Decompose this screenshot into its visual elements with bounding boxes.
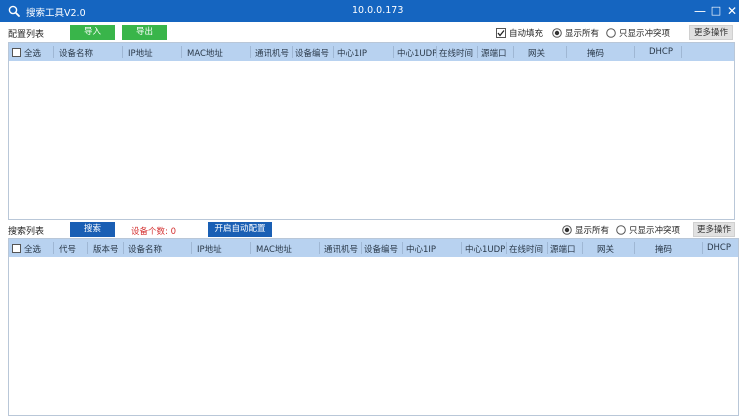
config-show-conflict-label: 只显示冲突项	[619, 29, 671, 39]
col-device-id[interactable]: 设备编号	[364, 243, 398, 255]
col-device-id[interactable]: 设备编号	[295, 47, 329, 59]
title-bar: 搜索工具V2.0 10.0.0.173 — □ ✕	[0, 0, 739, 22]
col-online-time[interactable]: 在线时间	[439, 47, 473, 59]
col-ip-address[interactable]: IP地址	[128, 47, 153, 59]
col-ip-address[interactable]: IP地址	[197, 243, 222, 255]
col-code[interactable]: 代号	[59, 243, 76, 255]
col-version[interactable]: 版本号	[93, 243, 119, 255]
config-more-actions-button[interactable]: 更多操作	[689, 25, 733, 40]
config-show-all-label: 显示所有	[565, 29, 600, 39]
device-count-label: 设备个数:	[131, 227, 168, 237]
config-show-conflict-radio[interactable]: 只显示冲突项	[606, 27, 670, 39]
import-button[interactable]: 导入	[70, 25, 115, 40]
search-icon	[8, 5, 20, 17]
col-netmask[interactable]: 掩码	[587, 47, 604, 59]
config-toolbar: 配置列表 导入 导出 自动填充 显示所有 只显示冲突项 更多操作	[0, 24, 739, 42]
select-all-label: 全选	[24, 49, 42, 59]
search-more-actions-button[interactable]: 更多操作	[693, 222, 735, 237]
col-source-port[interactable]: 源端口	[481, 47, 507, 59]
col-gateway[interactable]: 网关	[528, 47, 545, 59]
col-mac-address[interactable]: MAC地址	[256, 243, 292, 255]
device-count: 设备个数: 0	[131, 225, 176, 237]
search-grid-header: 全选 代号 版本号 设备名称 IP地址 MAC地址 通讯机号 设备编号 中心1I…	[9, 239, 738, 257]
config-grid[interactable]: 全选 设备名称 IP地址 MAC地址 通讯机号 设备编号 中心1IP 中心1UD…	[8, 42, 735, 220]
col-source-port[interactable]: 源端口	[550, 243, 576, 255]
ip-address-title: 10.0.0.173	[352, 5, 404, 16]
col-comm-number[interactable]: 通讯机号	[255, 47, 289, 59]
search-show-conflict-label: 只显示冲突项	[629, 226, 681, 236]
export-button[interactable]: 导出	[122, 25, 167, 40]
close-button[interactable]: ✕	[724, 3, 739, 19]
search-button[interactable]: 搜索	[70, 222, 115, 237]
col-dhcp[interactable]: DHCP	[707, 243, 731, 253]
col-center1-udp[interactable]: 中心1UDP	[465, 243, 505, 255]
radio-selected-icon	[552, 28, 562, 38]
col-online-time[interactable]: 在线时间	[509, 243, 543, 255]
radio-selected-icon	[562, 225, 572, 235]
col-device-name[interactable]: 设备名称	[59, 47, 93, 59]
col-dhcp[interactable]: DHCP	[649, 47, 673, 57]
col-center1-udp[interactable]: 中心1UDP	[397, 47, 437, 59]
checkbox-icon	[12, 244, 21, 253]
config-list-label: 配置列表	[8, 30, 45, 40]
col-device-name[interactable]: 设备名称	[128, 243, 162, 255]
search-select-all-checkbox[interactable]: 全选	[12, 243, 41, 255]
config-select-all-checkbox[interactable]: 全选	[12, 47, 41, 59]
col-gateway[interactable]: 网关	[597, 243, 614, 255]
auto-config-button[interactable]: 开启自动配置	[208, 222, 272, 237]
device-count-value: 0	[170, 227, 176, 237]
minimize-button[interactable]: —	[692, 3, 708, 19]
search-tool-window: 搜索工具V2.0 10.0.0.173 — □ ✕ 配置列表 导入 导出 自动填…	[0, 0, 739, 420]
select-all-label: 全选	[24, 245, 42, 255]
autofill-checkbox[interactable]: 自动填充	[496, 27, 543, 39]
checkbox-icon	[12, 48, 21, 57]
config-grid-header: 全选 设备名称 IP地址 MAC地址 通讯机号 设备编号 中心1IP 中心1UD…	[9, 43, 734, 61]
search-grid[interactable]: 全选 代号 版本号 设备名称 IP地址 MAC地址 通讯机号 设备编号 中心1I…	[8, 238, 739, 416]
col-center1-ip[interactable]: 中心1IP	[406, 243, 436, 255]
col-mac-address[interactable]: MAC地址	[187, 47, 223, 59]
config-show-all-radio[interactable]: 显示所有	[552, 27, 599, 39]
radio-unselected-icon	[606, 28, 616, 38]
maximize-button[interactable]: □	[708, 3, 724, 19]
search-show-all-label: 显示所有	[575, 226, 610, 236]
search-toolbar: 搜索列表 搜索 设备个数: 0 开启自动配置 显示所有 只显示冲突项 更多操作	[0, 221, 739, 239]
radio-unselected-icon	[616, 225, 626, 235]
col-center1-ip[interactable]: 中心1IP	[337, 47, 367, 59]
col-comm-number[interactable]: 通讯机号	[324, 243, 358, 255]
col-netmask[interactable]: 掩码	[655, 243, 672, 255]
checked-checkbox-icon	[496, 28, 506, 38]
app-title: 搜索工具V2.0	[26, 8, 86, 19]
search-show-conflict-radio[interactable]: 只显示冲突项	[616, 224, 680, 236]
search-list-label: 搜索列表	[8, 227, 45, 237]
autofill-label: 自动填充	[509, 29, 544, 39]
search-show-all-radio[interactable]: 显示所有	[562, 224, 609, 236]
